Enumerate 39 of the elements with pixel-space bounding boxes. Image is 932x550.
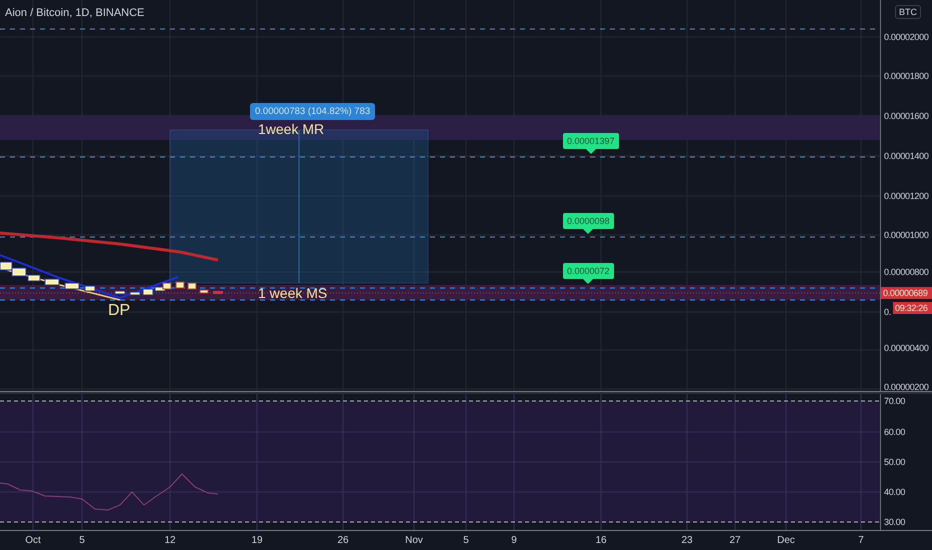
time-tick: Nov [405, 535, 423, 546]
rsi-tick: 30.00 [884, 517, 906, 527]
rsi-tick: 60.00 [884, 427, 906, 437]
measure-label: 0.00000783 (104.82%) 783 [250, 103, 376, 120]
time-tick: 5 [79, 535, 85, 546]
price-tick: 0.00001200 [884, 191, 929, 201]
time-tick: Dec [777, 535, 795, 546]
point-label: DP [108, 302, 130, 320]
zone-label: 1week MR [258, 121, 324, 137]
pointer-icon [583, 279, 594, 284]
price-tick: 0.00001400 [884, 151, 929, 161]
time-tick: 23 [681, 535, 693, 546]
last-price-label: 0.00000689 [881, 287, 932, 299]
price-tick: 0.00001800 [884, 71, 929, 81]
time-tick: 16 [595, 535, 607, 546]
time-tick: 5 [463, 535, 469, 546]
chart-title: Aion / Bitcoin, 1D, BINANCE [5, 7, 144, 19]
rsi-tick: 50.00 [884, 457, 906, 467]
time-tick: 26 [337, 535, 349, 546]
currency-badge: BTC [895, 5, 921, 19]
price-tick: 0.00000800 [884, 267, 929, 277]
price-tick: 0. [884, 307, 891, 317]
time-tick: Oct [25, 535, 41, 546]
time-tick: 7 [858, 535, 864, 546]
time-tick: 19 [251, 535, 263, 546]
rsi-tick: 70.00 [884, 396, 906, 406]
price-tick: 0.00002000 [884, 32, 929, 42]
time-tick: 27 [729, 535, 741, 546]
zone-label: 1 week MS [258, 285, 328, 301]
rsi-tick: 40.00 [884, 487, 906, 497]
price-tick: 0.00001600 [884, 111, 929, 121]
countdown-label: 09:32:26 [893, 302, 932, 314]
time-tick: 9 [511, 535, 517, 546]
price-tick: 0.00000200 [884, 382, 929, 391]
price-tick: 0.00000400 [884, 343, 929, 353]
time-tick: 12 [164, 535, 176, 546]
pointer-icon [586, 149, 596, 154]
price-tick: 0.00001000 [884, 230, 929, 240]
pointer-icon [583, 229, 594, 234]
